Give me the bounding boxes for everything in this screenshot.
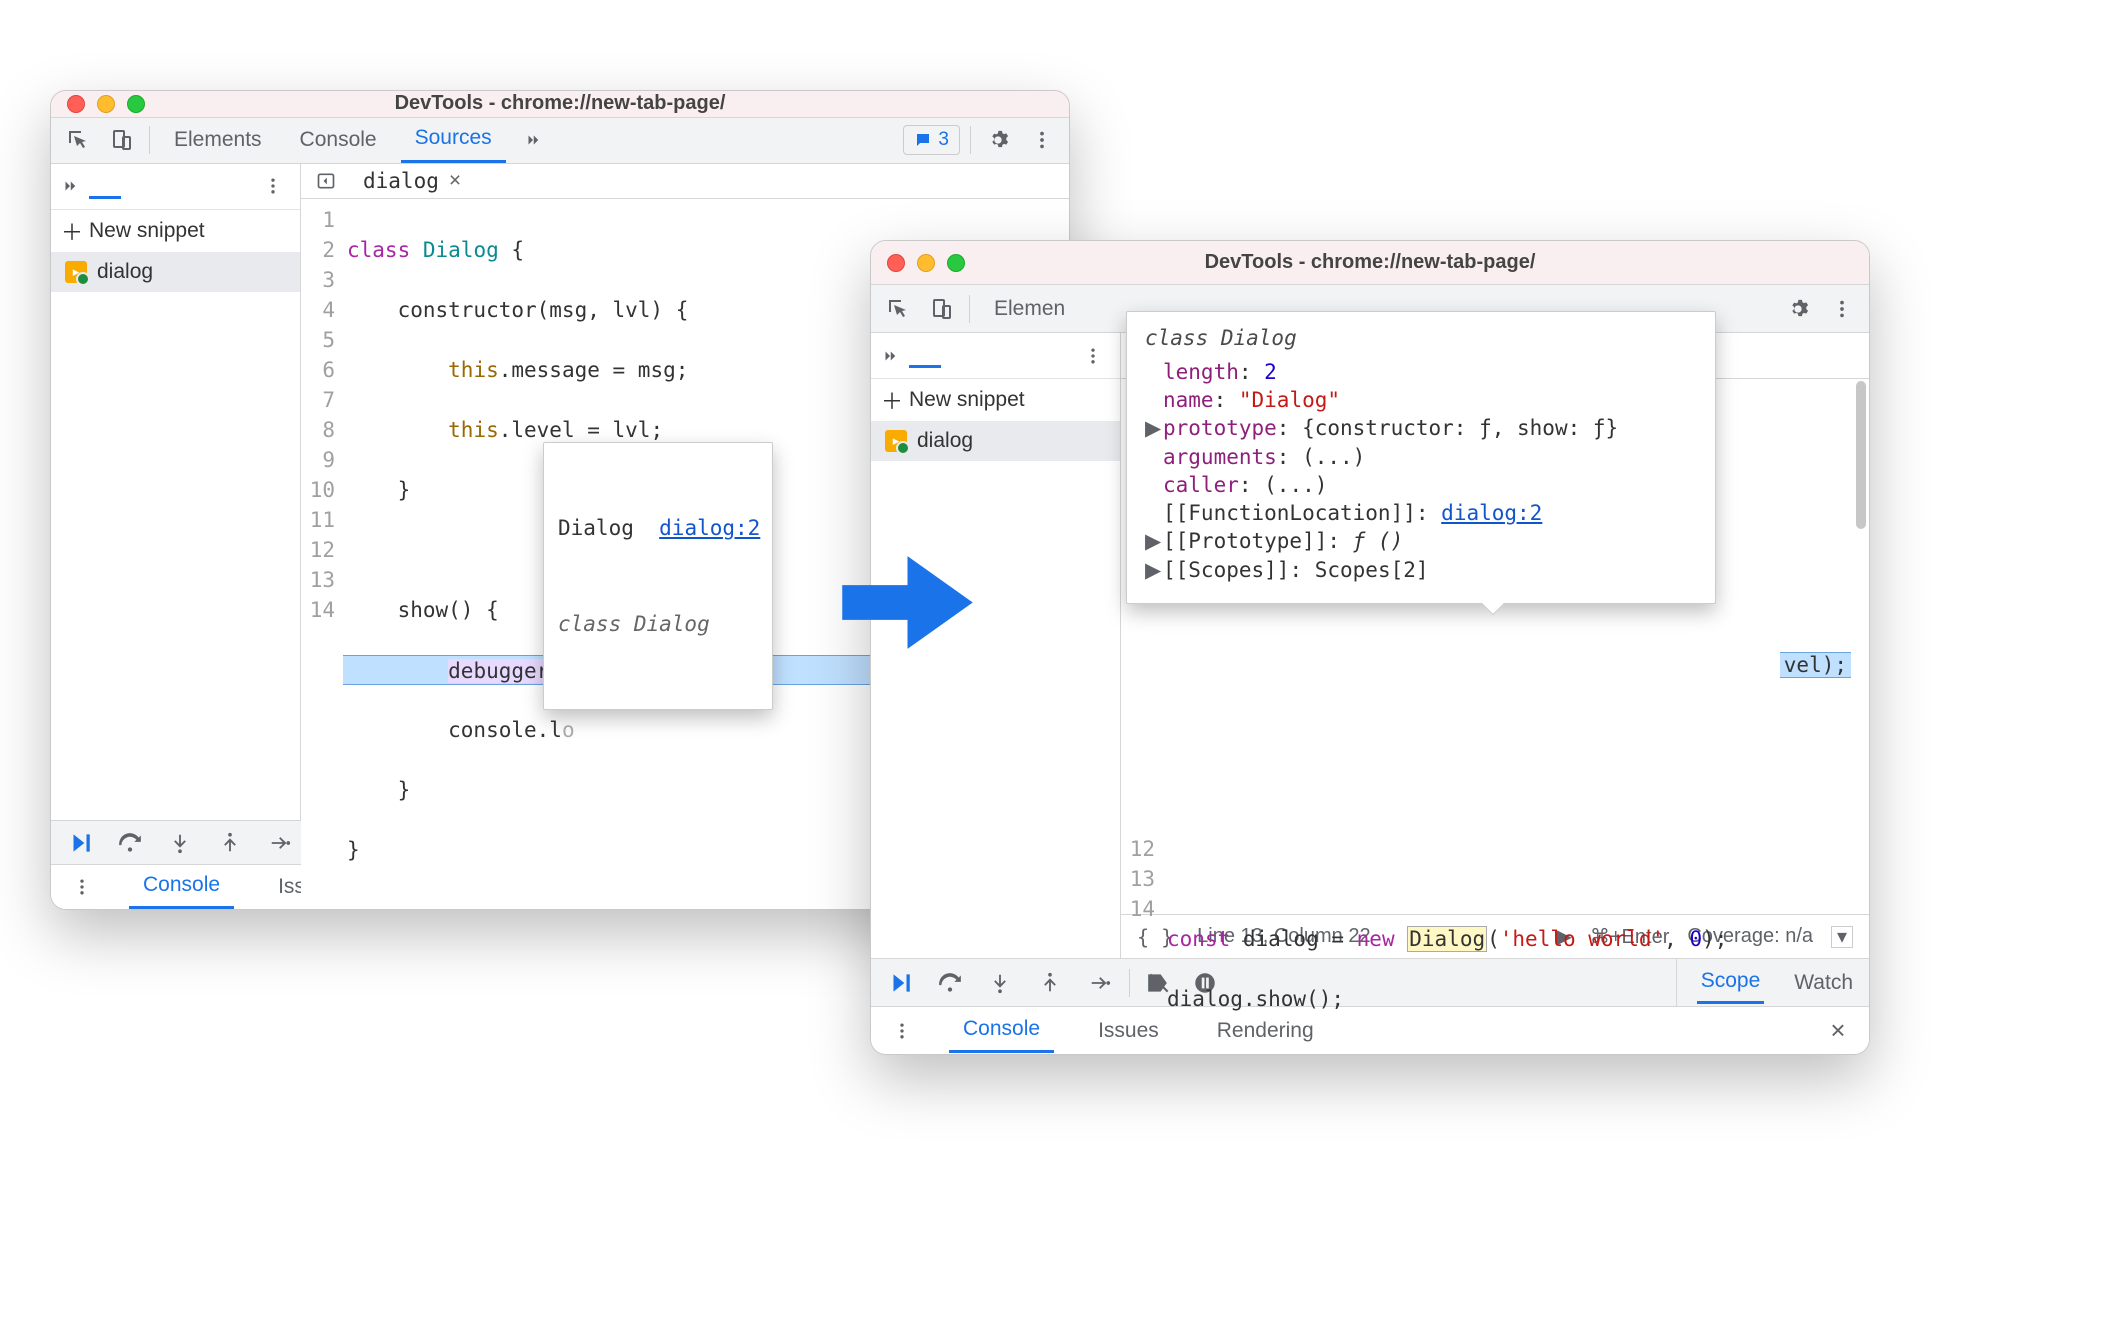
snippet-file-item[interactable]: ▸ dialog (871, 421, 1120, 461)
snippet-file-item[interactable]: ▸ dialog (51, 252, 300, 292)
minimize-icon[interactable] (917, 254, 935, 272)
device-toggle-icon[interactable] (105, 123, 139, 157)
step-over-icon[interactable] (933, 966, 967, 1000)
step-into-icon[interactable] (983, 966, 1017, 1000)
device-toggle-icon[interactable] (925, 292, 959, 326)
titlebar: DevTools - chrome://new-tab-page/ (871, 241, 1869, 285)
hover-token[interactable]: Dialog (1407, 926, 1487, 952)
window-title: DevTools - chrome://new-tab-page/ (871, 251, 1869, 274)
scrollbar-thumb[interactable] (1856, 381, 1866, 529)
editor-tab[interactable]: dialog × (355, 165, 469, 197)
drawer-tab-console[interactable]: Console (949, 1009, 1054, 1053)
expand-icon[interactable]: ▶ (1145, 558, 1163, 583)
devtools-window-2: DevTools - chrome://new-tab-page/ Elemen (870, 240, 1870, 1055)
defn-link[interactable]: dialog:2 (659, 516, 760, 540)
gutter: 1234567891011121314 (301, 199, 343, 910)
minimize-icon[interactable] (97, 95, 115, 113)
window-title: DevTools - chrome://new-tab-page/ (51, 92, 1069, 115)
panel-kebab-icon[interactable] (256, 169, 290, 203)
hover-tooltip-big: class Dialog length: 2 name: "Dialog" ▶p… (1126, 311, 1716, 604)
transition-arrow-icon (835, 530, 980, 675)
step-out-icon[interactable] (1033, 966, 1067, 1000)
step-icon[interactable] (263, 826, 297, 860)
more-nav-icon[interactable] (881, 339, 899, 373)
gear-icon[interactable] (981, 123, 1015, 157)
hover-tooltip-small: Dialog dialog:2 class Dialog (543, 442, 773, 710)
code-fragment-tail: vel); (1780, 653, 1851, 677)
drawer-kebab-icon[interactable] (885, 1014, 919, 1048)
step-icon[interactable] (1083, 966, 1117, 1000)
expand-icon[interactable]: ▶ (1145, 416, 1163, 441)
gear-icon[interactable] (1781, 292, 1815, 326)
more-nav-icon[interactable] (61, 169, 79, 203)
issues-badge[interactable]: 3 (903, 125, 960, 155)
resume-icon[interactable] (883, 966, 917, 1000)
defn-link[interactable]: dialog:2 (1441, 501, 1542, 525)
add-snippet-button[interactable]: ＋ New snippet (51, 210, 300, 252)
step-into-icon[interactable] (163, 826, 197, 860)
tab-console[interactable]: Console (286, 120, 391, 160)
close-icon[interactable] (67, 95, 85, 113)
nav-back-icon[interactable] (309, 164, 343, 198)
inspect-icon[interactable] (61, 123, 95, 157)
traffic-lights (67, 95, 145, 113)
close-tab-icon[interactable]: × (449, 169, 461, 193)
more-tabs-icon[interactable] (516, 123, 550, 157)
panel-kebab-icon[interactable] (1076, 339, 1110, 373)
inspect-icon[interactable] (881, 292, 915, 326)
drawer-tab-console[interactable]: Console (129, 865, 234, 909)
tab-sources[interactable]: Sources (401, 118, 506, 163)
maximize-icon[interactable] (947, 254, 965, 272)
step-over-icon[interactable] (113, 826, 147, 860)
maximize-icon[interactable] (127, 95, 145, 113)
kebab-icon[interactable] (1025, 123, 1059, 157)
resume-icon[interactable] (63, 826, 97, 860)
navigator-panel: ＋ New snippet ▸ dialog (51, 164, 301, 820)
expand-icon[interactable]: ▶ (1145, 529, 1163, 554)
tab-elements[interactable]: Elements (160, 120, 276, 160)
tab-elements[interactable]: Elemen (980, 289, 1079, 329)
snippet-icon: ▸ (65, 261, 87, 283)
titlebar: DevTools - chrome://new-tab-page/ (51, 91, 1069, 118)
close-icon[interactable] (887, 254, 905, 272)
add-snippet-button[interactable]: ＋ New snippet (871, 379, 1120, 421)
snippet-icon: ▸ (885, 430, 907, 452)
drawer-tab-issues[interactable]: Issues (1084, 1011, 1173, 1051)
plus-icon: ＋ (61, 215, 83, 247)
plus-icon: ＋ (881, 384, 903, 416)
main-toolbar: Elements Console Sources 3 (51, 118, 1069, 164)
kebab-icon[interactable] (1825, 292, 1859, 326)
step-out-icon[interactable] (213, 826, 247, 860)
drawer-kebab-icon[interactable] (65, 870, 99, 904)
